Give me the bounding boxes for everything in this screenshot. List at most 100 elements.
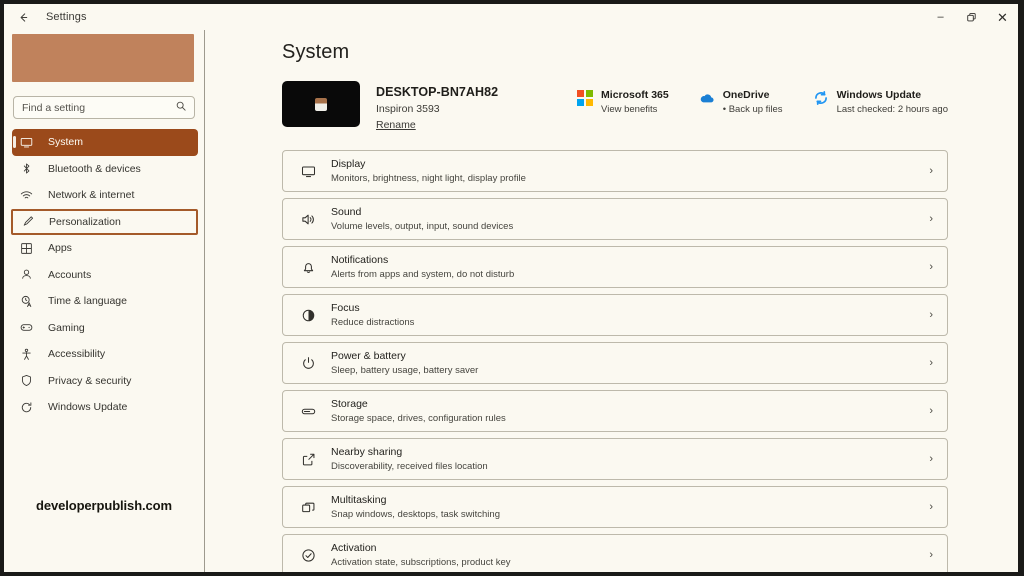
sidebar-item-apps[interactable]: Apps xyxy=(12,235,198,262)
desktop-wallpaper-thumbnail xyxy=(282,81,360,127)
sidebar-item-label: Privacy & security xyxy=(48,375,131,387)
setting-row-subtitle: Volume levels, output, input, sound devi… xyxy=(331,221,921,232)
setting-row-subtitle: Reduce distractions xyxy=(331,317,921,328)
search-box[interactable] xyxy=(13,96,195,119)
status-widget-title: Windows Update xyxy=(837,89,948,101)
setting-row-notifications[interactable]: Notifications Alerts from apps and syste… xyxy=(282,246,948,288)
setting-row-storage[interactable]: Storage Storage space, drives, configura… xyxy=(282,390,948,432)
sidebar-item-personalization[interactable]: Personalization xyxy=(11,209,198,236)
main-content: System DESKTOP-BN7AH82 Inspiron 3593 Ren… xyxy=(206,30,1018,572)
shield-icon xyxy=(20,374,42,387)
sidebar-item-label: Accessibility xyxy=(48,348,105,360)
setting-row-sound[interactable]: Sound Volume levels, output, input, soun… xyxy=(282,198,948,240)
setting-row-subtitle: Snap windows, desktops, task switching xyxy=(331,509,921,520)
sidebar-item-label: Windows Update xyxy=(48,401,127,413)
chevron-right-icon: › xyxy=(929,165,933,177)
setting-row-focus[interactable]: Focus Reduce distractions › xyxy=(282,294,948,336)
focus-moon-icon xyxy=(297,308,319,323)
wifi-icon xyxy=(20,189,42,202)
setting-row-title: Sound xyxy=(331,206,921,219)
sidebar-item-label: Time & language xyxy=(48,295,127,307)
status-widget-subtitle: Last checked: 2 hours ago xyxy=(837,104,948,115)
minimize-button[interactable]: – xyxy=(925,4,956,30)
setting-row-nearby-sharing[interactable]: Nearby sharing Discoverability, received… xyxy=(282,438,948,480)
sidebar-item-label: Bluetooth & devices xyxy=(48,163,141,175)
sidebar-item-windows-update[interactable]: Windows Update xyxy=(12,394,198,421)
chevron-right-icon: › xyxy=(929,501,933,513)
sidebar-item-system[interactable]: System xyxy=(12,129,198,156)
device-info: DESKTOP-BN7AH82 Inspiron 3593 Rename xyxy=(376,81,498,133)
monitor-icon xyxy=(20,136,42,149)
close-button[interactable]: ✕ xyxy=(987,4,1018,30)
setting-row-title: Focus xyxy=(331,302,921,315)
chevron-right-icon: › xyxy=(929,549,933,561)
title-bar: Settings – ✕ xyxy=(4,4,1018,30)
speaker-icon xyxy=(297,212,319,227)
person-icon xyxy=(20,268,42,281)
setting-row-activation[interactable]: Activation Activation state, subscriptio… xyxy=(282,534,948,572)
clock-language-icon xyxy=(20,295,42,308)
status-widget-onedrive[interactable]: OneDrive • Back up files xyxy=(699,89,783,115)
setting-row-title: Display xyxy=(331,158,921,171)
setting-row-multitasking[interactable]: Multitasking Snap windows, desktops, tas… xyxy=(282,486,948,528)
storage-drive-icon xyxy=(297,404,319,419)
gamepad-icon xyxy=(20,321,42,334)
window-controls: – ✕ xyxy=(925,4,1018,30)
setting-row-subtitle: Discoverability, received files location xyxy=(331,461,921,472)
bell-icon xyxy=(297,260,319,275)
status-widget-subtitle: • Back up files xyxy=(723,104,783,115)
settings-window: Settings – ✕ xyxy=(4,4,1018,572)
setting-row-title: Nearby sharing xyxy=(331,446,921,459)
multitasking-windows-icon xyxy=(297,500,319,515)
sidebar-item-label: Accounts xyxy=(48,269,91,281)
status-widget-microsoft-365[interactable]: Microsoft 365 View benefits xyxy=(577,89,669,115)
maximize-restore-button[interactable] xyxy=(956,4,987,30)
onedrive-cloud-icon xyxy=(699,90,715,106)
setting-row-subtitle: Alerts from apps and system, do not dist… xyxy=(331,269,921,280)
setting-row-display[interactable]: Display Monitors, brightness, night ligh… xyxy=(282,150,948,192)
apps-grid-icon xyxy=(20,242,42,255)
settings-list: Display Monitors, brightness, night ligh… xyxy=(282,150,948,572)
status-widget-title: Microsoft 365 xyxy=(601,89,669,101)
screen-frame: Settings – ✕ xyxy=(0,0,1024,576)
window-title: Settings xyxy=(46,11,87,23)
microsoft-logo-icon xyxy=(577,90,593,106)
status-widget-windows-update[interactable]: Windows Update Last checked: 2 hours ago xyxy=(813,89,948,115)
sidebar-item-label: Gaming xyxy=(48,322,85,334)
site-watermark: developerpublish.com xyxy=(4,498,204,513)
power-icon xyxy=(297,356,319,371)
sidebar-item-privacy-security[interactable]: Privacy & security xyxy=(12,368,198,395)
user-profile-redacted-block xyxy=(12,34,194,82)
status-widget-subtitle: View benefits xyxy=(601,104,669,115)
sidebar-item-accounts[interactable]: Accounts xyxy=(12,262,198,289)
chevron-right-icon: › xyxy=(929,453,933,465)
status-widgets: Microsoft 365 View benefits OneDrive • B… xyxy=(577,81,948,115)
display-monitor-icon xyxy=(297,164,319,179)
device-model: Inspiron 3593 xyxy=(376,103,498,115)
chevron-right-icon: › xyxy=(929,357,933,369)
setting-row-power-battery[interactable]: Power & battery Sleep, battery usage, ba… xyxy=(282,342,948,384)
chevron-right-icon: › xyxy=(929,405,933,417)
sidebar-item-label: Apps xyxy=(48,242,72,254)
search-input[interactable] xyxy=(22,102,176,114)
chevron-right-icon: › xyxy=(929,261,933,273)
paintbrush-icon xyxy=(21,215,43,228)
chevron-right-icon: › xyxy=(929,309,933,321)
setting-row-title: Power & battery xyxy=(331,350,921,363)
chevron-right-icon: › xyxy=(929,213,933,225)
sidebar-item-gaming[interactable]: Gaming xyxy=(12,315,198,342)
sidebar-item-accessibility[interactable]: Accessibility xyxy=(12,341,198,368)
sidebar-item-time-language[interactable]: Time & language xyxy=(12,288,198,315)
device-header: DESKTOP-BN7AH82 Inspiron 3593 Rename Mic… xyxy=(282,81,1018,133)
sidebar-item-network-internet[interactable]: Network & internet xyxy=(12,182,198,209)
back-arrow-icon[interactable] xyxy=(8,5,38,29)
sidebar-item-label: Personalization xyxy=(49,216,121,228)
sidebar-item-bluetooth-devices[interactable]: Bluetooth & devices xyxy=(12,156,198,183)
rename-link[interactable]: Rename xyxy=(376,119,416,131)
share-icon xyxy=(297,452,319,467)
sidebar-item-label: System xyxy=(48,136,83,148)
refresh-icon xyxy=(20,401,42,414)
accessibility-person-icon xyxy=(20,348,42,361)
bluetooth-icon xyxy=(20,162,42,175)
setting-row-subtitle: Sleep, battery usage, battery saver xyxy=(331,365,921,376)
